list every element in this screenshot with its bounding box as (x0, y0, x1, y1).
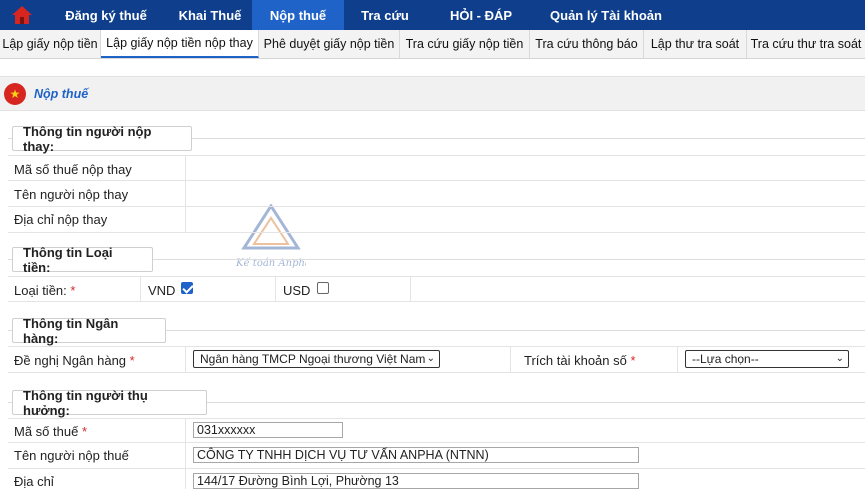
column-divider (185, 346, 186, 373)
beneficiary-name-label: Tên người nộp thuế (14, 448, 129, 463)
nav-dang-ky-thue[interactable]: Đăng ký thuế (44, 0, 168, 30)
nav-tra-cuu[interactable]: Tra cứu (344, 0, 426, 30)
payer-address-row: Địa chỉ nộp thay (8, 207, 865, 233)
column-divider (185, 418, 186, 489)
column-divider (510, 346, 511, 373)
nav-hoi-dap[interactable]: HỎI - ĐÁP (426, 0, 536, 30)
currency-section-title: Thông tin Loại tiền: (12, 245, 153, 275)
tab-lap-giay-nop-tien[interactable]: Lập giấy nộp tiền (0, 30, 101, 58)
payer-name-label: Tên người nộp thay (14, 187, 129, 202)
tab-lap-giay-nop-tien-nop-thay[interactable]: Lập giấy nộp tiền nộp thay (101, 30, 259, 58)
bank-label: Đề nghị Ngân hàng * (14, 353, 135, 368)
required-mark: * (70, 283, 76, 298)
column-divider (185, 155, 186, 233)
tab-tra-cuu-thong-bao[interactable]: Tra cứu thông báo (530, 30, 644, 58)
page-header: ★ Nộp thuế (0, 76, 865, 111)
required-mark: * (129, 353, 135, 368)
usd-checkbox[interactable] (317, 282, 329, 294)
nav-quan-ly-tai-khoan[interactable]: Quản lý Tài khoản (536, 0, 676, 30)
top-navigation: Đăng ký thuế Khai Thuế Nộp thuế Tra cứu … (0, 0, 865, 30)
column-divider (140, 276, 141, 302)
tab-phe-duyet-giay-nop-tien[interactable]: Phê duyệt giấy nộp tiền (259, 30, 400, 58)
home-button[interactable] (0, 0, 44, 30)
beneficiary-address-label: Địa chỉ (14, 474, 54, 489)
tab-lap-thu-tra-soat[interactable]: Lập thư tra soát (644, 30, 747, 58)
payer-section-title: Thông tin người nộp thay: (12, 124, 192, 154)
currency-row: Loại tiền: * VND USD (8, 276, 865, 302)
usd-label: USD (283, 283, 311, 298)
beneficiary-name-input[interactable]: CÔNG TY TNHH DỊCH VỤ TƯ VẤN ANPHA (NTNN) (193, 447, 639, 463)
column-divider (677, 346, 678, 373)
vnd-label: VND (148, 283, 176, 298)
national-emblem-icon: ★ (4, 82, 26, 105)
beneficiary-tax-code-row: Mã số thuế * (8, 418, 865, 443)
currency-label: Loại tiền: * (14, 283, 76, 298)
account-select[interactable]: --Lựa chọn-- ⌄ (685, 350, 849, 368)
page-title: Nộp thuế (34, 86, 89, 101)
sub-navigation: Lập giấy nộp tiền Lập giấy nộp tiền nộp … (0, 30, 865, 59)
chevron-down-icon: ⌄ (835, 353, 844, 364)
tab-tra-cuu-giay-nop-tien[interactable]: Tra cứu giấy nộp tiền (400, 30, 530, 58)
payer-address-label: Địa chỉ nộp thay (14, 212, 108, 227)
tab-tra-cuu-thu-tra-soat[interactable]: Tra cứu thư tra soát (747, 30, 865, 58)
bank-select[interactable]: Ngân hàng TMCP Ngoại thương Việt Nam ⌄ (193, 350, 440, 368)
column-divider (275, 276, 276, 302)
nav-nop-thue[interactable]: Nộp thuế (252, 0, 344, 30)
required-mark: * (630, 353, 636, 368)
nav-khai-thue[interactable]: Khai Thuế (168, 0, 252, 30)
required-mark: * (81, 424, 88, 439)
beneficiary-section-title: Thông tin người thụ hưởng: (12, 388, 207, 418)
beneficiary-address-input[interactable]: 144/17 Đường Bình Lợi, Phường 13 (193, 473, 639, 489)
vnd-checkbox[interactable] (181, 282, 193, 294)
account-label: Trích tài khoản số * (524, 353, 636, 368)
home-icon (12, 6, 32, 24)
payer-tax-code-row: Mã số thuế nộp thay (8, 155, 865, 181)
payer-name-row: Tên người nộp thay (8, 181, 865, 207)
payer-tax-code-label: Mã số thuế nộp thay (14, 162, 132, 177)
column-divider (410, 276, 411, 302)
chevron-down-icon: ⌄ (426, 353, 435, 364)
bank-section-title: Thông tin Ngân hàng: (12, 316, 166, 346)
beneficiary-tax-code-input[interactable]: 031xxxxxx (193, 422, 343, 438)
beneficiary-tax-code-label: Mã số thuế * (14, 424, 88, 439)
